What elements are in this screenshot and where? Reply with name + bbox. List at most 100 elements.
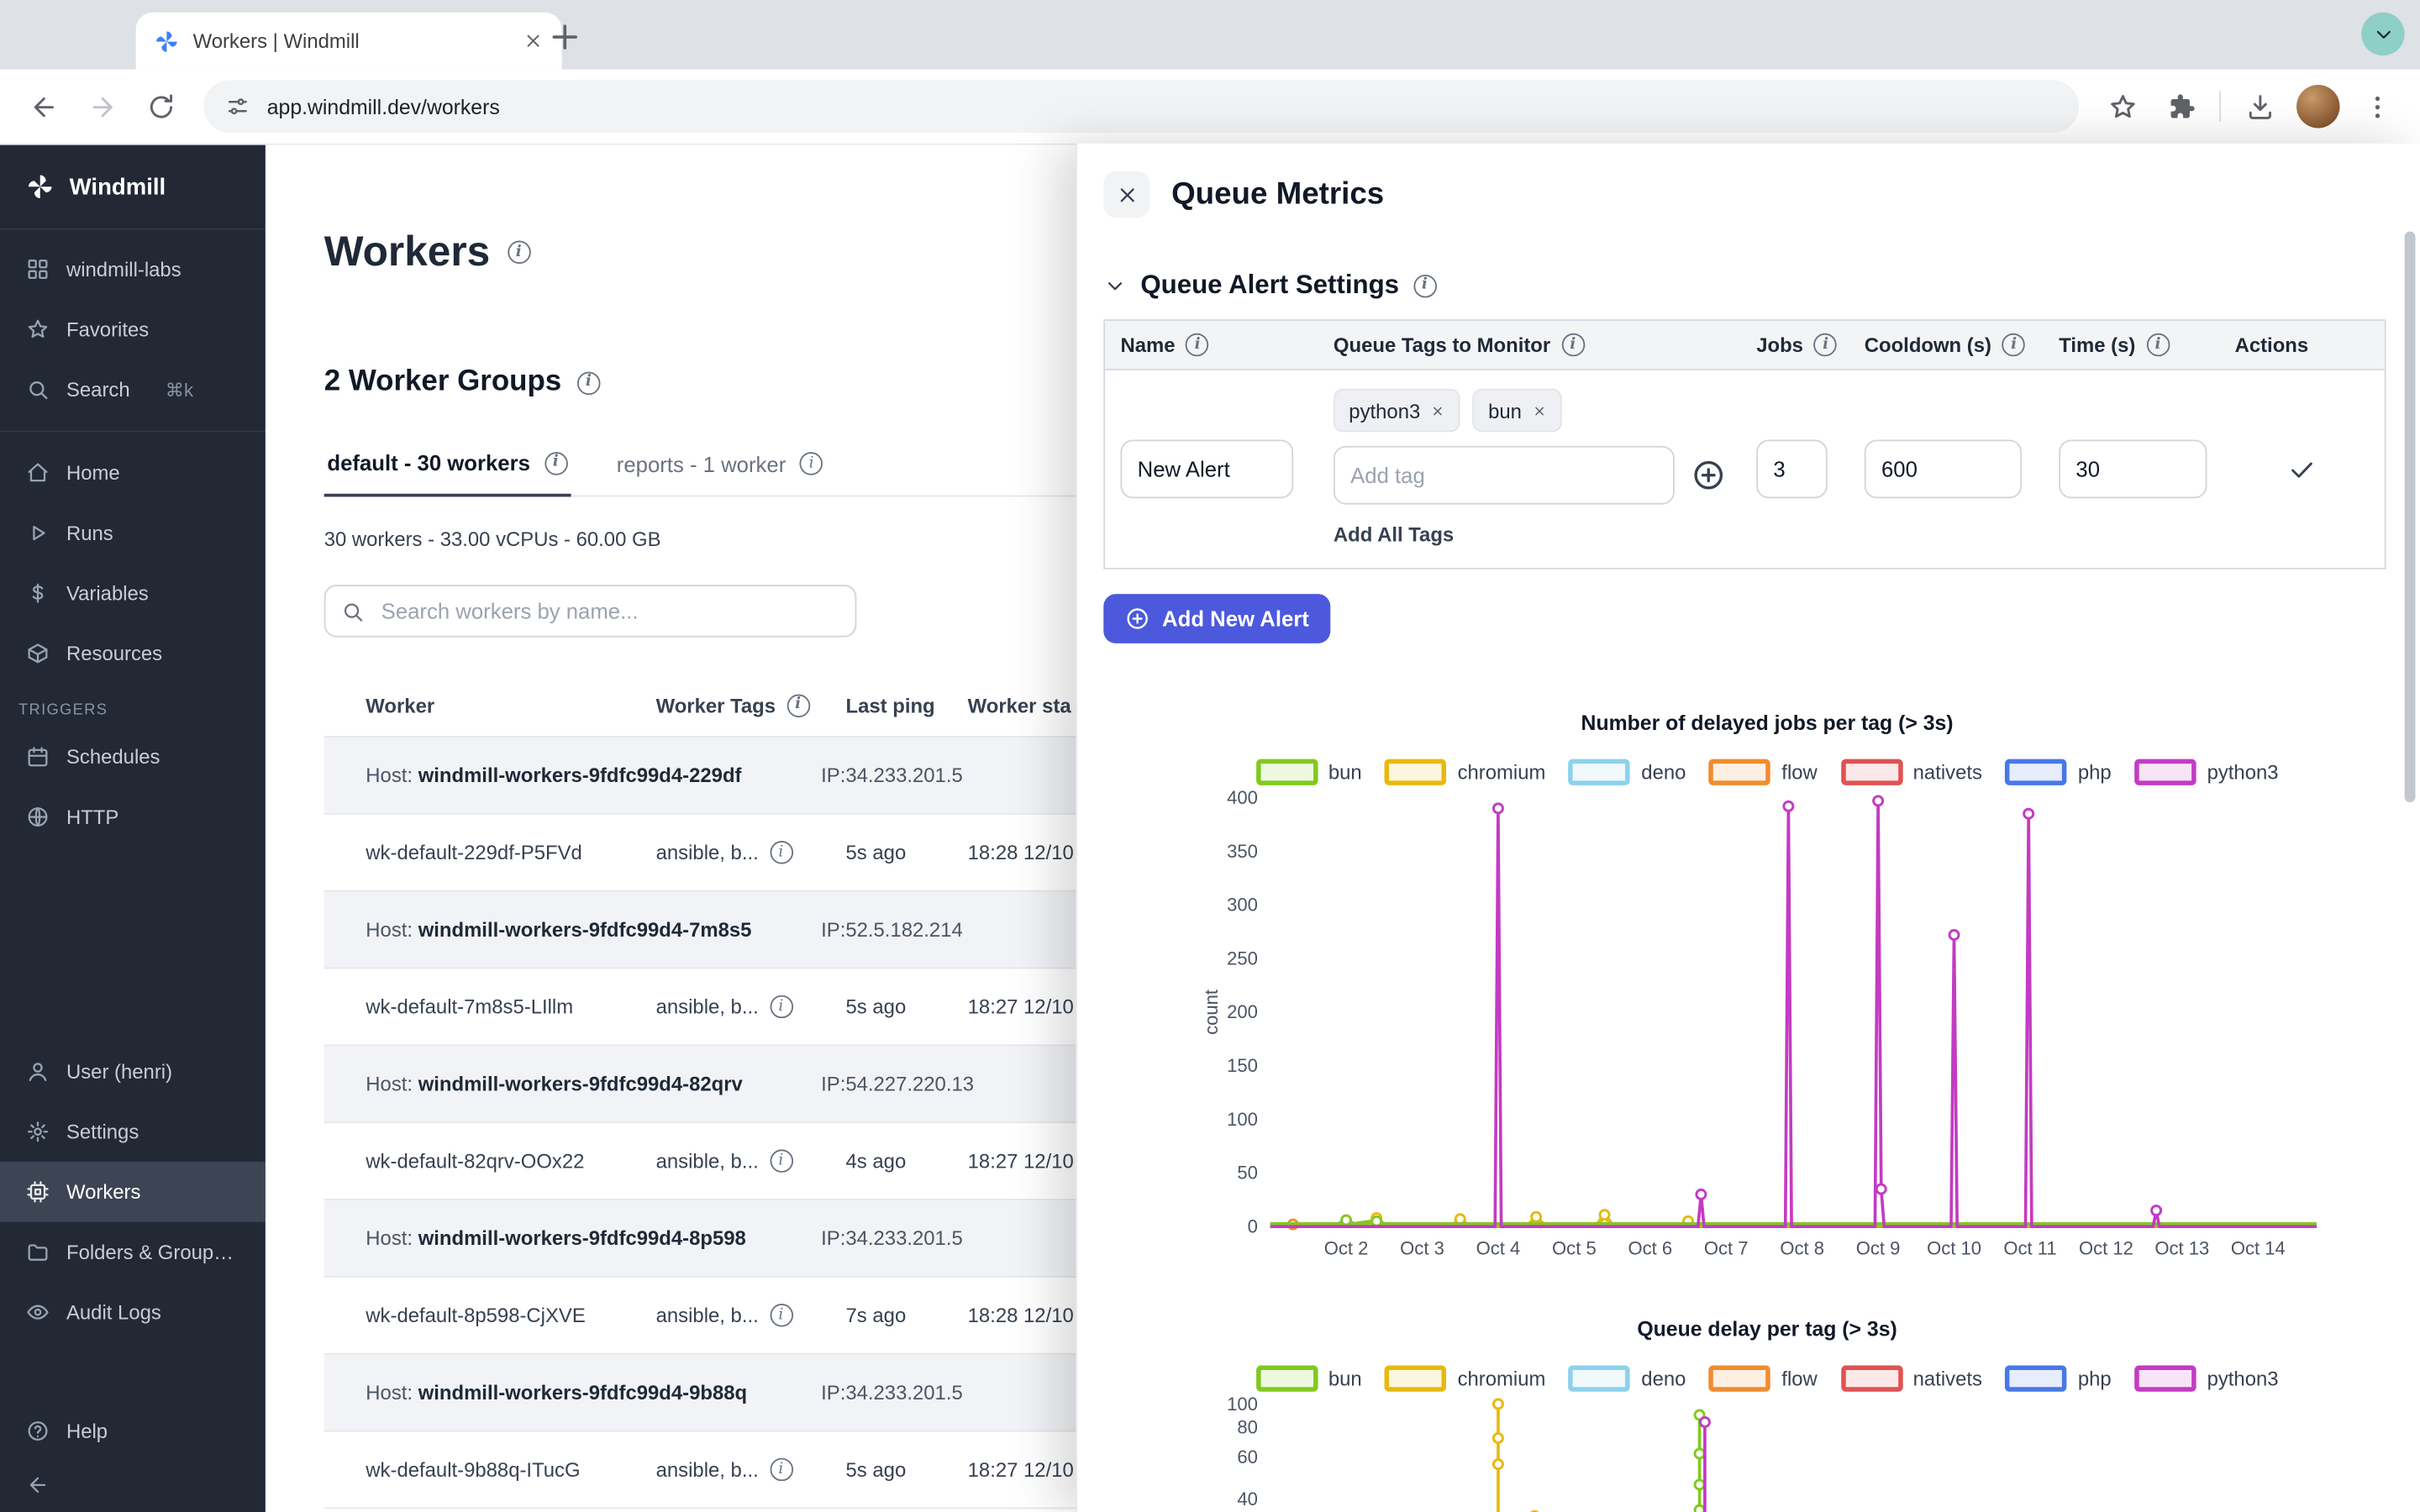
sidebar-item-help[interactable]: Help [0,1401,266,1462]
sidebar-item-workers[interactable]: Workers [0,1162,266,1222]
chart-legend: bunchromiumdenoflownativetsphppython3 [1196,759,2338,785]
time-input[interactable] [2059,439,2207,498]
info-icon[interactable] [1186,333,1209,357]
bookmark-button[interactable] [2094,79,2149,134]
tab-label: default - 30 workers [327,450,530,475]
svg-text:Oct 8: Oct 8 [1780,1237,1824,1258]
host-prefix: Host: [366,1226,418,1250]
worker-tags-cell: ansible, b... [656,1149,846,1173]
downloads-button[interactable] [2232,79,2287,134]
forward-button[interactable] [74,79,129,134]
svg-text:0: 0 [1248,1216,1258,1237]
sidebar-item-folders-groups[interactable]: Folders & Groups... [0,1222,266,1283]
sidebar-item-variables[interactable]: Variables [0,563,266,623]
folder-icon [26,1241,50,1264]
sidebar-item-user[interactable]: User (henri) [0,1042,266,1102]
calendar-icon [26,745,50,769]
tab-reports-group[interactable]: reports - 1 worker [613,437,826,496]
info-icon[interactable] [800,452,823,475]
info-icon[interactable] [786,694,810,717]
legend-item-bun: bun [1256,1366,1362,1392]
info-icon[interactable] [577,371,601,395]
add-tag-button[interactable] [1691,459,1725,492]
tag-chip-python3[interactable]: python3 [1334,389,1460,432]
svg-text:60: 60 [1237,1446,1258,1467]
sidebar-item-home[interactable]: Home [0,443,266,503]
user-icon [26,1060,50,1084]
tab-default-group[interactable]: default - 30 workers [324,437,571,497]
legend-label: deno [1641,1367,1686,1390]
info-icon[interactable] [1814,333,1838,357]
extensions-button[interactable] [2153,79,2208,134]
triggers-section-label: TRIGGERS [0,684,266,727]
worker-tags-text: ansible, b... [656,995,759,1019]
sidebar-item-schedules[interactable]: Schedules [0,727,266,787]
alert-column-name: Name [1105,321,1318,369]
windmill-brand[interactable]: Windmill [0,145,266,230]
search-shortcut: ⌘k [166,379,193,401]
sidebar-item-label: windmill-labs [66,258,182,281]
drawer-close-button[interactable] [1103,171,1150,218]
sidebar-collapse-button[interactable] [0,1461,266,1507]
dollar-icon [26,581,50,605]
sidebar-item-http[interactable]: HTTP [0,787,266,848]
add-all-tags-button[interactable]: Add All Tags [1334,523,1454,547]
sidebar-item-favorites[interactable]: Favorites [0,299,266,360]
info-icon[interactable] [507,241,530,265]
puzzle-icon [2166,92,2196,121]
sidebar-item-label: Resources [66,642,162,665]
sidebar-item-settings[interactable]: Settings [0,1101,266,1162]
browser-tab[interactable]: Workers | Windmill [136,13,562,70]
back-button[interactable] [15,79,71,134]
jobs-input[interactable] [1756,439,1827,498]
info-icon[interactable] [544,451,567,475]
info-icon[interactable] [2146,333,2170,357]
info-icon[interactable] [770,841,793,864]
new-tab-button[interactable] [544,15,587,58]
add-new-alert-button[interactable]: Add New Alert [1103,594,1330,643]
sidebar-item-workspace[interactable]: windmill-labs [0,239,266,300]
info-icon[interactable] [770,1458,793,1482]
info-icon[interactable] [770,995,793,1019]
tab-search-button[interactable] [2361,13,2404,55]
info-icon[interactable] [1413,274,1437,297]
tab-close-icon[interactable] [523,31,544,51]
info-icon[interactable] [770,1149,793,1173]
browser-menu-button[interactable] [2349,79,2405,134]
tag-chip-bun[interactable]: bun [1473,389,1562,432]
toolbar-divider [2219,91,2221,122]
info-icon[interactable] [1561,333,1585,357]
legend-label: php [2078,761,2112,785]
profile-avatar[interactable] [2296,85,2339,128]
search-input[interactable] [378,597,839,625]
alert-name-input[interactable] [1120,439,1293,498]
sidebar-item-resources[interactable]: Resources [0,623,266,684]
remove-tag-icon[interactable] [1431,403,1445,417]
legend-label: chromium [1458,1367,1546,1390]
info-icon[interactable] [2002,333,2026,357]
queue-alert-settings-header[interactable]: Queue Alert Settings [1103,270,2386,301]
sidebar-item-search[interactable]: Search⌘k [0,360,266,420]
legend-item-nativets: nativets [1840,1366,1982,1392]
chart-queue-delay: Queue delay per tag (> 3s)bunchromiumden… [1196,1318,2338,1512]
confirm-alert-button[interactable] [2287,454,2317,484]
chevron-down-icon [2371,23,2395,46]
remove-tag-icon[interactable] [1533,403,1547,417]
site-settings-icon[interactable] [225,94,250,118]
drawer-scrollbar[interactable] [2405,232,2416,803]
svg-text:Oct 12: Oct 12 [2079,1237,2133,1258]
forward-icon [87,92,117,121]
reload-button[interactable] [133,79,188,134]
worker-name: wk-default-82qrv-OOx22 [366,1149,655,1173]
sidebar-item-runs[interactable]: Runs [0,503,266,564]
tab-title: Workers | Windmill [193,29,510,53]
cooldown-input[interactable] [1865,439,2022,498]
worker-search[interactable] [324,585,857,637]
address-bar[interactable]: app.windmill.dev/workers [203,81,2079,133]
info-icon[interactable] [770,1304,793,1327]
globe-icon [26,806,50,829]
sidebar-item-audit-logs[interactable]: Audit Logs [0,1282,266,1342]
sidebar-item-label: Schedules [66,745,160,769]
legend-label: python3 [2207,1367,2279,1390]
add-tag-input[interactable] [1334,446,1675,505]
